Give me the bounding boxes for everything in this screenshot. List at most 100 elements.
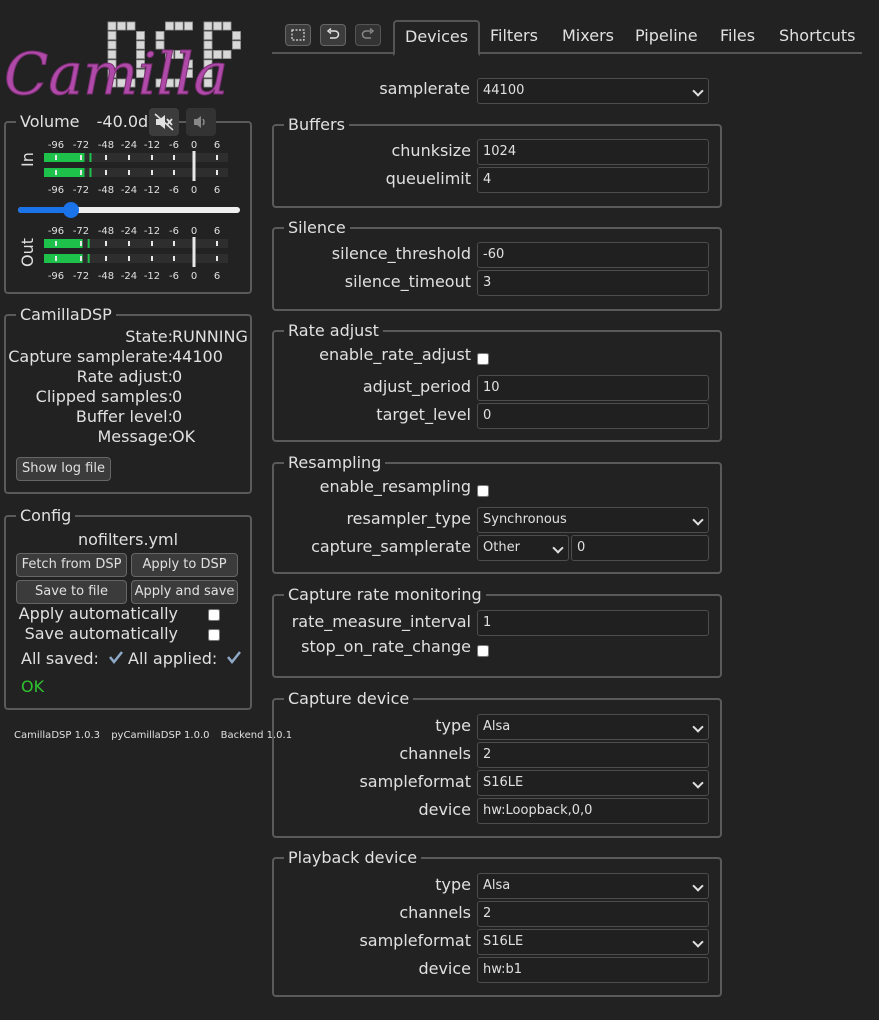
input-meter-tick [55,155,57,160]
playback-type-label: type [435,875,471,894]
status-key: Rate adjust: [76,367,173,386]
output-meter-scale-bottom-label: -6 [169,271,179,282]
stop-on-rate-change-label: stop_on_rate_change [301,637,471,656]
logo-graphic: Camilla [4,21,241,109]
output-meter-scale-top-label: -6 [169,226,179,237]
logo-block [174,21,184,31]
resampler-type-select[interactable]: Synchronous [477,507,709,533]
fetch-from-dsp-button[interactable]: Fetch from DSP [16,553,127,577]
apply-automatically-checkbox[interactable] [208,609,220,621]
tab-bar: Devices Filters Mixers Pipeline Files Sh… [272,18,862,56]
tab-devices[interactable]: Devices [393,20,481,56]
apply-and-save-button[interactable]: Apply and save [131,580,238,604]
input-meter-scale-bottom-label: -48 [98,185,114,196]
output-meter-scale-top-label: 6 [214,226,220,237]
queuelimit-input[interactable]: 4 [477,167,709,193]
status-value: 0 [172,387,183,406]
capture-channels-input[interactable]: 2 [477,742,709,768]
enable-resampling-label: enable_resampling [319,477,471,496]
output-meter-scale-top-label: -48 [98,226,114,237]
output-meter-tick [80,256,82,261]
silence-timeout-label: silence_timeout [344,272,471,291]
output-meter-tick [216,241,218,246]
output-meter-scale-top-label: -72 [73,226,89,237]
status-value: RUNNING [172,327,248,346]
capture-type-select[interactable]: Alsa [477,714,709,740]
show-log-button[interactable]: Show log file [16,457,111,481]
output-meter-channel-peak [87,254,90,263]
logo-block [222,21,232,31]
rate-measure-interval-input[interactable]: 1 [477,610,709,636]
samplerate-label: samplerate [379,79,470,98]
silence-threshold-input[interactable]: -60 [477,242,709,268]
input-meter-scale-bottom-label: -12 [144,185,160,196]
playback-device-title: Playback device [284,848,422,868]
all-applied-label: All applied: [128,649,218,668]
apply-to-dsp-button[interactable]: Apply to DSP [131,553,238,577]
output-meter-tick [151,241,153,246]
tab-pipeline[interactable]: Pipeline [635,22,698,50]
output-meter-tick [216,256,218,261]
config-filename: nofilters.yml [77,530,179,549]
rate-measure-interval-label: rate_measure_interval [291,612,471,631]
input-meter-scale-bottom-label: -96 [48,185,64,196]
output-meter-scale-bottom-label: -24 [121,271,137,282]
playback-type-select[interactable]: Alsa [477,873,709,899]
input-meter-scale-top-label: -48 [98,140,114,151]
output-meter-scale-bottom-label: -96 [48,271,64,282]
logo-block [203,21,213,31]
tab-files[interactable]: Files [720,22,755,50]
capture-samplerate-label: capture_samplerate [311,537,471,556]
capture-device-input[interactable]: hw:Loopback,0,0 [477,798,709,824]
logo-block [107,21,117,31]
playback-device-input[interactable]: hw:b1 [477,957,709,983]
input-meter-channel-peak [89,153,92,162]
enable-rate-adjust-checkbox[interactable] [477,353,489,365]
output-meter-tick [55,256,57,261]
save-to-file-button[interactable]: Save to file [16,580,127,604]
logo-block [155,31,165,40]
playback-sampleformat-label: sampleformat [359,931,471,950]
config-title: Config [16,506,76,526]
output-meter-channel-peak [87,239,90,248]
config-panel: Config nofilters.yml Fetch from DSP Appl… [4,506,252,710]
rate-adjust-title: Rate adjust [284,321,383,341]
all-saved-label: All saved: [21,649,99,668]
rate-monitoring-section: Capture rate monitoring rate_measure_int… [272,585,722,678]
volume-slider-track[interactable] [18,202,240,218]
check-icon [108,649,124,668]
resampler-type-label: resampler_type [346,509,471,528]
tab-mixers[interactable]: Mixers [562,22,614,50]
tab-shortcuts[interactable]: Shortcuts [779,22,855,50]
output-meter-scale-bottom-label: -12 [144,271,160,282]
playback-device-label: device [418,959,471,978]
playback-channels-input[interactable]: 2 [477,901,709,927]
capture-samplerate-mode-select[interactable]: Other [477,535,569,561]
output-meter-scale-bottom-label: 6 [214,271,220,282]
input-meter-tick [128,170,130,175]
input-meter-tick [105,155,107,160]
stop-on-rate-change-checkbox[interactable] [477,645,489,657]
enable-resampling-checkbox[interactable] [477,485,489,497]
silence-timeout-input[interactable]: 3 [477,270,709,296]
playback-sampleformat-select[interactable]: S16LE [477,929,709,955]
output-meter-scale-top-label: -12 [144,226,160,237]
save-automatically-checkbox[interactable] [208,629,220,641]
chunksize-label: chunksize [391,141,471,160]
input-meter-zero-marker [192,151,196,181]
silence-title: Silence [284,218,350,238]
tab-filters[interactable]: Filters [490,22,538,50]
chunksize-input[interactable]: 1024 [477,139,709,165]
input-meter-scale-bottom-label: -6 [169,185,179,196]
input-meter-scale-bottom-label: 6 [214,185,220,196]
samplerate-select[interactable]: 44100 [477,78,709,104]
output-meter-tick [173,256,175,261]
target-level-input[interactable]: 0 [477,403,709,429]
save-automatically-label: Save automatically [24,624,178,643]
input-meter-tick [151,170,153,175]
capture-sampleformat-select[interactable]: S16LE [477,770,709,796]
capture-samplerate-input[interactable]: 0 [571,535,709,561]
input-meter-tick [173,170,175,175]
adjust-period-input[interactable]: 10 [477,375,709,401]
logo-block [232,40,241,50]
